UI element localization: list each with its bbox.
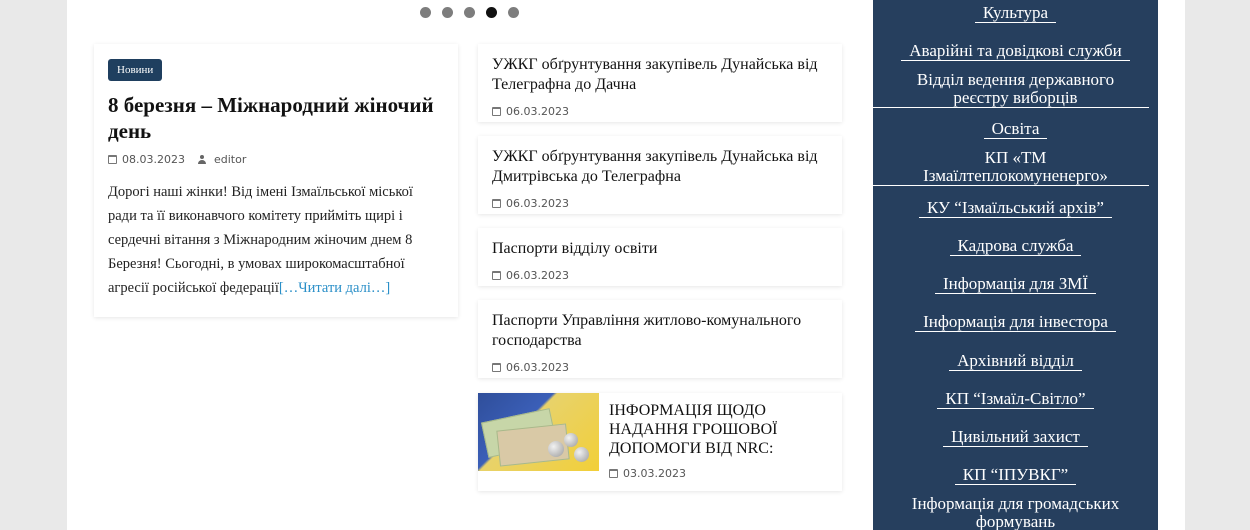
sidebar-link-label: Аварійні та довідкові служби: [901, 41, 1130, 61]
sidebar-link-label: Архівний відділ: [949, 351, 1082, 371]
sidebar-link-heating[interactable]: КП «ТМ Ізмаїлтеплокомуненерго»: [873, 149, 1158, 185]
post-card: Паспорти відділу освіти 06.03.2023: [478, 228, 842, 286]
post-date[interactable]: 06.03.2023: [506, 269, 569, 282]
post-title[interactable]: УЖКГ обґрунтування закупівель Дунайська …: [492, 55, 828, 95]
post-date[interactable]: 03.03.2023: [623, 467, 686, 480]
read-more-link[interactable]: […Читати далі…]: [279, 280, 390, 296]
sidebar-link-archive-ku[interactable]: КУ “Ізмаїльський архів”: [873, 198, 1158, 218]
slider-dot-5[interactable]: [508, 7, 519, 18]
slider-dots: [420, 7, 519, 18]
slider-dot-4[interactable]: [486, 7, 497, 18]
post-meta: 06.03.2023: [492, 105, 828, 118]
post-meta: 03.03.2023: [609, 467, 832, 480]
divider: [873, 107, 1149, 108]
slider-dot-3[interactable]: [464, 7, 475, 18]
sidebar-link-label: Цивільний захист: [943, 427, 1088, 447]
post-date[interactable]: 06.03.2023: [506, 197, 569, 210]
slider-dot-1[interactable]: [420, 7, 431, 18]
post-date[interactable]: 06.03.2023: [506, 105, 569, 118]
sidebar-link-label: Інформація для інвестора: [915, 312, 1116, 332]
post-card: УЖКГ обґрунтування закупівель Дунайська …: [478, 136, 842, 214]
sidebar-link-emergency[interactable]: Аварійні та довідкові служби: [873, 41, 1158, 61]
featured-post-title[interactable]: 8 березня – Міжнародний жіночий день: [108, 92, 444, 144]
sidebar-link-archive-dept[interactable]: Архівний відділ: [873, 351, 1158, 371]
post-card: Паспорти Управління житлово-комунального…: [478, 300, 842, 378]
sidebar-link-media[interactable]: Інформація для ЗМЇ: [873, 274, 1158, 294]
sidebar-link-label: Інформація для ЗМЇ: [934, 274, 1097, 294]
thumbnail-post-text: ІНФОРМАЦІЯ ЩОДО НАДАННЯ ГРОШОВОЇ ДОПОМОГ…: [599, 393, 842, 491]
post-title[interactable]: ІНФОРМАЦІЯ ЩОДО НАДАННЯ ГРОШОВОЇ ДОПОМОГ…: [609, 401, 832, 458]
sidebar-link-education[interactable]: Освіта: [873, 119, 1158, 139]
sidebar-link-label: КП “Ізмаїл-Світло”: [937, 389, 1094, 409]
post-title[interactable]: Паспорти відділу освіти: [492, 239, 828, 259]
sidebar-link-hr[interactable]: Кадрова служба: [873, 236, 1158, 256]
post-meta: 06.03.2023: [492, 361, 828, 374]
calendar-icon: [609, 469, 618, 478]
post-meta: 06.03.2023: [492, 197, 828, 210]
category-badge[interactable]: Новини: [108, 59, 163, 81]
sidebar-link-culture[interactable]: Культура: [873, 3, 1158, 23]
post-thumbnail-image[interactable]: [478, 393, 599, 471]
sidebar-link-label: КУ “Ізмаїльський архів”: [919, 198, 1112, 218]
post-date[interactable]: 08.03.2023: [122, 153, 185, 166]
featured-post-excerpt: Дорогі наші жінки! Від імені Ізмаїльсько…: [108, 180, 444, 300]
calendar-icon: [492, 271, 501, 280]
sidebar-link-civil[interactable]: Цивільний захист: [873, 427, 1158, 447]
thumbnail-post-card: ІНФОРМАЦІЯ ЩОДО НАДАННЯ ГРОШОВОЇ ДОПОМОГ…: [478, 393, 842, 491]
sidebar-link-label: Відділ ведення державного реєстру виборц…: [916, 70, 1115, 107]
post-date[interactable]: 06.03.2023: [506, 361, 569, 374]
post-author[interactable]: editor: [214, 153, 246, 166]
post-card: УЖКГ обґрунтування закупівель Дунайська …: [478, 44, 842, 122]
slider-dot-2[interactable]: [442, 7, 453, 18]
sidebar-link-label: Інформація для громадських формувань: [911, 494, 1120, 530]
sidebar-link-label: Освіта: [983, 119, 1048, 139]
sidebar-link-public[interactable]: Інформація для громадських формувань: [873, 495, 1158, 530]
featured-post-card: Новини 8 березня – Міжнародний жіночий д…: [94, 44, 458, 317]
sidebar-link-label: КП «ТМ Ізмаїлтеплокомуненерго»: [923, 148, 1108, 185]
sidebar-link-registry[interactable]: Відділ ведення державного реєстру виборц…: [873, 71, 1158, 107]
user-icon: [197, 155, 206, 164]
post-title[interactable]: Паспорти Управління житлово-комунального…: [492, 311, 828, 351]
divider: [873, 185, 1149, 186]
calendar-icon: [108, 155, 117, 164]
sidebar-link-light[interactable]: КП “Ізмаїл-Світло”: [873, 389, 1158, 409]
calendar-icon: [492, 363, 501, 372]
sidebar-menu: Культура Аварійні та довідкові служби Ві…: [873, 0, 1158, 530]
featured-post-meta: 08.03.2023 editor: [108, 153, 444, 166]
post-meta: 06.03.2023: [492, 269, 828, 282]
calendar-icon: [492, 199, 501, 208]
sidebar-link-label: Культура: [974, 3, 1057, 23]
post-title[interactable]: УЖКГ обґрунтування закупівель Дунайська …: [492, 147, 828, 187]
sidebar-link-water[interactable]: КП “ІПУВКГ”: [873, 465, 1158, 485]
sidebar-link-label: КП “ІПУВКГ”: [954, 465, 1077, 485]
calendar-icon: [492, 107, 501, 116]
sidebar-link-investor[interactable]: Інформація для інвестора: [873, 312, 1158, 332]
sidebar-link-label: Кадрова служба: [949, 236, 1082, 256]
